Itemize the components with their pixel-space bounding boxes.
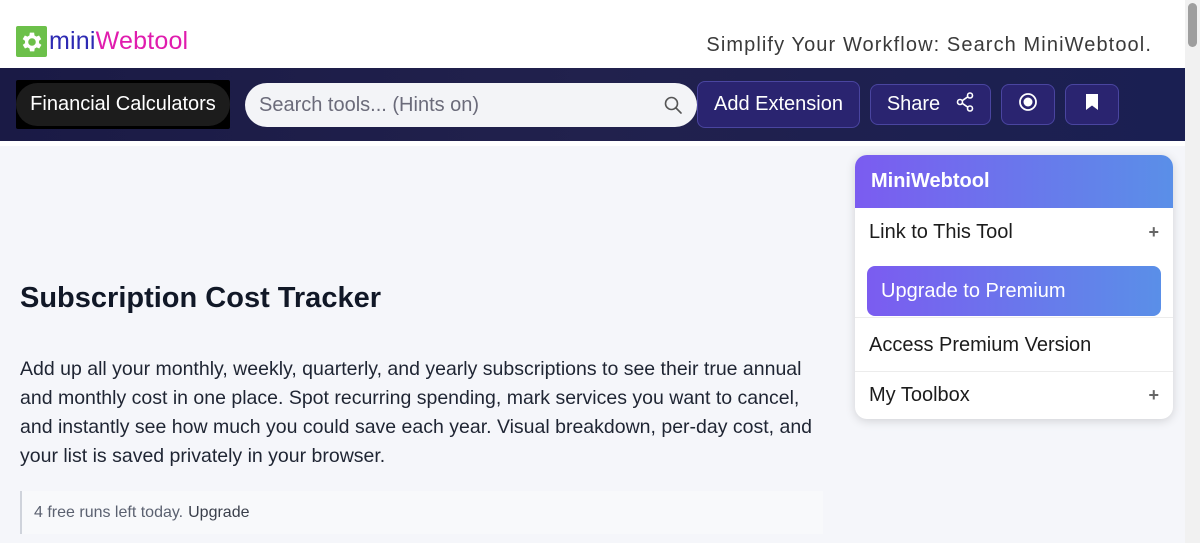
share-icon xyxy=(956,91,974,118)
share-label: Share xyxy=(886,93,941,115)
navbar-divider xyxy=(0,141,1185,146)
bookmark-button[interactable] xyxy=(1065,84,1119,125)
top-header: miniWebtool Simplify Your Workflow: Sear… xyxy=(0,0,1185,68)
gear-icon xyxy=(16,26,47,57)
site-logo[interactable]: miniWebtool xyxy=(16,26,188,57)
miniwebtool-panel: MiniWebtool Link to This Tool + Upgrade … xyxy=(855,155,1173,419)
plus-icon: + xyxy=(1148,221,1159,242)
add-extension-button[interactable]: Add Extension xyxy=(697,81,860,128)
notice-text: 4 free runs left today. xyxy=(34,503,184,521)
my-toolbox-item[interactable]: My Toolbox + xyxy=(855,371,1173,419)
plus-icon: + xyxy=(1148,385,1159,405)
upgrade-link[interactable]: Upgrade xyxy=(188,504,249,522)
page-scrollbar[interactable] xyxy=(1185,0,1200,543)
category-label: Financial Calculators xyxy=(16,83,230,126)
link-to-tool-item[interactable]: Link to This Tool + xyxy=(855,208,1173,256)
category-button[interactable]: Financial Calculators xyxy=(16,80,230,129)
logo-mini: mini xyxy=(49,27,96,55)
free-runs-notice: 4 free runs left today. Upgrade xyxy=(20,491,823,534)
access-premium-item[interactable]: Access Premium Version xyxy=(855,317,1173,372)
panel-title: MiniWebtool xyxy=(855,155,1173,208)
access-premium-label: Access Premium Version xyxy=(869,333,1092,356)
upgrade-premium-label: Upgrade to Premium xyxy=(881,279,1066,302)
navbar: Financial Calculators Add Extension Shar… xyxy=(0,68,1185,141)
search-icon[interactable] xyxy=(663,95,683,115)
logo-webtool: Webtool xyxy=(95,27,189,55)
record-icon xyxy=(1018,92,1038,118)
link-to-tool-label: Link to This Tool xyxy=(869,220,1013,243)
scrollbar-thumb[interactable] xyxy=(1188,3,1197,47)
tool-description: Add up all your monthly, weekly, quarter… xyxy=(20,358,813,467)
search-input[interactable] xyxy=(259,93,663,117)
page-title: Subscription Cost Tracker xyxy=(20,282,381,314)
search-bar xyxy=(245,83,697,127)
record-button[interactable] xyxy=(1001,84,1055,125)
tagline: Simplify Your Workflow: Search MiniWebto… xyxy=(706,34,1152,56)
upgrade-premium-button[interactable]: Upgrade to Premium xyxy=(867,266,1161,316)
add-extension-label: Add Extension xyxy=(714,93,843,115)
bookmark-icon xyxy=(1085,93,1099,117)
my-toolbox-label: My Toolbox xyxy=(869,384,970,406)
share-button[interactable]: Share xyxy=(870,84,991,125)
logo-text: miniWebtool xyxy=(49,27,188,56)
